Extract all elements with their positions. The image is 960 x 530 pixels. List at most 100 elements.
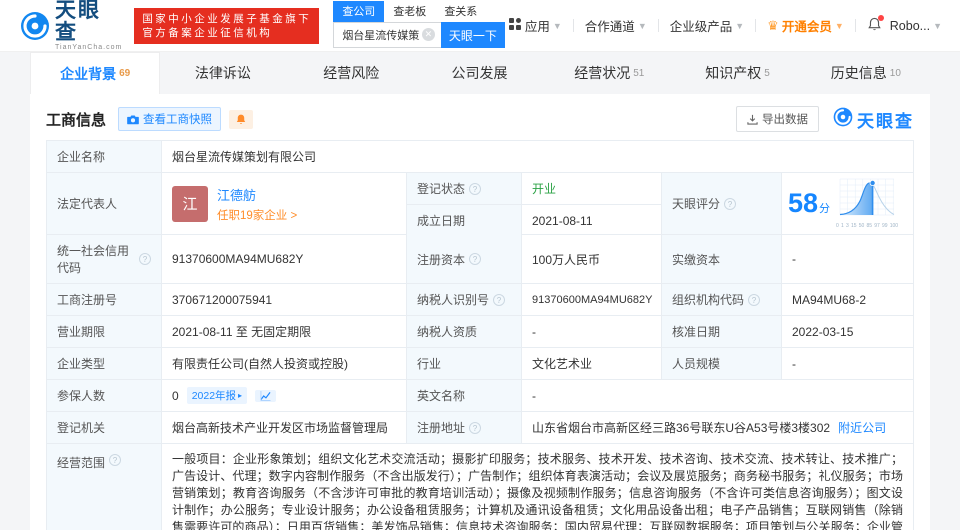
download-icon: [747, 114, 758, 125]
monitor-bell-button[interactable]: [229, 109, 254, 129]
annual-report-tag[interactable]: 2022年报 ▸: [186, 387, 248, 404]
staff-size-value: -: [792, 356, 796, 371]
insured-count-cell: 0 2022年报 ▸: [162, 380, 407, 411]
chevron-down-icon: ▼: [933, 20, 942, 31]
nav-user[interactable]: Robo... ▼: [886, 19, 946, 33]
section-tabs: 企业背景 69 法律诉讼 经营风险 公司发展 经营状况 51 知识产权 5 历史信息 1…: [0, 52, 960, 94]
tab-company-background[interactable]: 企业背景 69: [30, 52, 161, 94]
search-tabs: 查公司 查老板 查关系: [333, 1, 505, 22]
business-term-value: 2021-08-11 至 无固定期限: [162, 316, 407, 347]
field-label: 成立日期: [407, 205, 522, 236]
reg-status-value: 开业: [532, 182, 557, 196]
field-label: 统一社会信用代码?: [47, 235, 162, 283]
reg-address-cell: 山东省烟台市高新区经三路36号联东U谷A53号楼3楼302 附近公司: [522, 412, 913, 443]
clear-search-icon[interactable]: ✕: [421, 28, 435, 41]
legal-rep-name-link[interactable]: 江德舫: [217, 185, 297, 204]
help-icon[interactable]: ?: [469, 421, 482, 434]
field-label: 组织机构代码?: [662, 284, 782, 315]
tab-intellectual-property[interactable]: 知识产权 5: [673, 52, 801, 94]
field-label: 纳税人识别号?: [407, 284, 522, 315]
avatar[interactable]: 江: [172, 185, 208, 222]
snapshot-button[interactable]: 查看工商快照: [118, 107, 222, 131]
field-label: 参保人数: [47, 380, 162, 411]
logo-domain: TianYanCha.com: [55, 44, 123, 51]
trend-chart-button[interactable]: [255, 389, 277, 402]
table-row: 企业名称 烟台星流传媒策划有限公司: [47, 141, 913, 173]
field-label: 企业名称: [47, 141, 162, 172]
field-label: 工商注册号: [47, 284, 162, 315]
reg-authority-value: 烟台高新技术产业开发区市场监督管理局: [162, 412, 407, 443]
insured-count-value: 0: [172, 388, 179, 403]
credit-code-value: 91370600MA94MU682Y: [162, 235, 407, 283]
help-icon[interactable]: ?: [469, 253, 482, 265]
business-scope-cell: 一般项目：企业形象策划；组织文化艺术交流活动；摄影扩印服务；技术服务、技术开发、…: [162, 444, 913, 530]
top-navigation: 应用 ▼ 合作通道 ▼ 企业级产品 ▼ ♛ 开通会员 ▼ Robo... ▼: [505, 14, 946, 35]
table-subrow: 登记状态 ? 开业: [407, 173, 661, 205]
tab-legal-proceedings[interactable]: 法律诉讼: [160, 52, 288, 94]
table-subrow: 成立日期 2021-08-11: [407, 205, 661, 236]
chevron-down-icon: ▼: [637, 20, 647, 31]
company-type-value: 有限责任公司(自然人投资或控股): [162, 348, 407, 379]
nav-enterprise[interactable]: 企业级产品 ▼: [666, 16, 748, 35]
chart-axis-ticks: 0 1 3 15 50 85 97 99 100: [836, 223, 899, 229]
section-header: 工商信息 查看工商快照 导出数据 天眼查: [46, 104, 914, 134]
nav-vip[interactable]: ♛ 开通会员 ▼: [763, 16, 848, 35]
help-icon[interactable]: ?: [724, 197, 737, 210]
nav-partner[interactable]: 合作通道 ▼: [581, 16, 651, 35]
reg-capital-value: 100万人民币: [522, 235, 662, 283]
business-info-table: 企业名称 烟台星流传媒策划有限公司 法定代表人 江 江德舫 任职19家企业 > …: [46, 140, 914, 530]
logo-text: 天眼查 TianYanCha.com: [55, 0, 122, 51]
field-label: 实缴资本: [662, 235, 782, 283]
field-label: 英文名称: [407, 380, 522, 411]
help-icon[interactable]: ?: [748, 293, 761, 306]
tab-company-development[interactable]: 公司发展: [417, 52, 545, 94]
score-value: 58分: [788, 188, 831, 218]
search-tab-boss[interactable]: 查老板: [384, 1, 435, 22]
line-chart-icon: [260, 390, 271, 401]
divider: [755, 19, 757, 32]
approval-date-value: 2022-03-15: [792, 324, 854, 339]
top-header: 天眼查 TianYanCha.com 国家中小企业发展子基金旗下 官方备案企业征…: [0, 0, 960, 52]
section-title: 工商信息: [46, 111, 107, 129]
search-block: 查公司 查老板 查关系 ✕ 天眼一下: [333, 1, 505, 48]
taxpayer-id-value: 91370600MA94MU682Y: [522, 284, 662, 315]
nav-apps[interactable]: 应用 ▼: [505, 16, 566, 35]
help-icon[interactable]: ?: [493, 293, 506, 306]
table-row: 经营范围? 一般项目：企业形象策划；组织文化艺术交流活动；摄影扩印服务；技术服务…: [47, 444, 913, 530]
tab-operating-risk[interactable]: 经营风险: [289, 52, 417, 94]
tab-operating-status[interactable]: 经营状况 51: [545, 52, 673, 94]
tianyancha-logo-icon: [20, 11, 50, 41]
bell-icon: [236, 114, 246, 124]
field-label: 注册资本?: [407, 235, 522, 283]
field-label: 经营范围?: [47, 444, 162, 530]
tianyancha-logo[interactable]: 天眼查 TianYanCha.com: [20, 0, 122, 51]
search-tab-company[interactable]: 查公司: [333, 1, 385, 22]
help-icon[interactable]: ?: [469, 182, 482, 195]
search-tab-relation[interactable]: 查关系: [435, 1, 486, 22]
table-row: 法定代表人 江 江德舫 任职19家企业 > 登记状态 ? 开业 成立日期 202…: [47, 173, 913, 236]
table-row: 企业类型 有限责任公司(自然人投资或控股) 行业 文化艺术业 人员规模 -: [47, 348, 913, 380]
export-data-button[interactable]: 导出数据: [736, 106, 819, 132]
nearby-companies-link[interactable]: 附近公司: [838, 419, 886, 436]
brand-name: 天眼查: [857, 111, 914, 131]
tab-history-info[interactable]: 历史信息 10: [802, 52, 930, 94]
industry-value: 文化艺术业: [522, 348, 662, 379]
help-icon[interactable]: ?: [139, 253, 151, 265]
org-code-value: MA94MU68-2: [792, 292, 867, 307]
grid-icon: [508, 18, 521, 33]
legal-rep-positions-link[interactable]: 任职19家企业 >: [217, 207, 297, 223]
status-date-column: 登记状态 ? 开业 成立日期 2021-08-11: [407, 173, 662, 236]
taxpayer-quality-value: -: [522, 316, 662, 347]
company-name-value: 烟台星流传媒策划有限公司: [172, 150, 317, 164]
search-button[interactable]: 天眼一下: [440, 22, 505, 48]
table-row: 统一社会信用代码? 91370600MA94MU682Y 注册资本? 100万人…: [47, 235, 913, 284]
field-label: 登记机关: [47, 412, 162, 443]
help-icon[interactable]: ?: [109, 454, 122, 466]
establish-date-value: 2021-08-11: [532, 213, 593, 228]
chevron-down-icon: ▼: [735, 20, 745, 31]
brand-logo-icon: [833, 107, 853, 132]
chevron-down-icon: ▼: [834, 20, 844, 31]
field-label: 企业类型: [47, 348, 162, 379]
badge-line-1: 国家中小企业发展子基金旗下: [142, 12, 312, 25]
notification-bell-icon[interactable]: [867, 14, 884, 35]
